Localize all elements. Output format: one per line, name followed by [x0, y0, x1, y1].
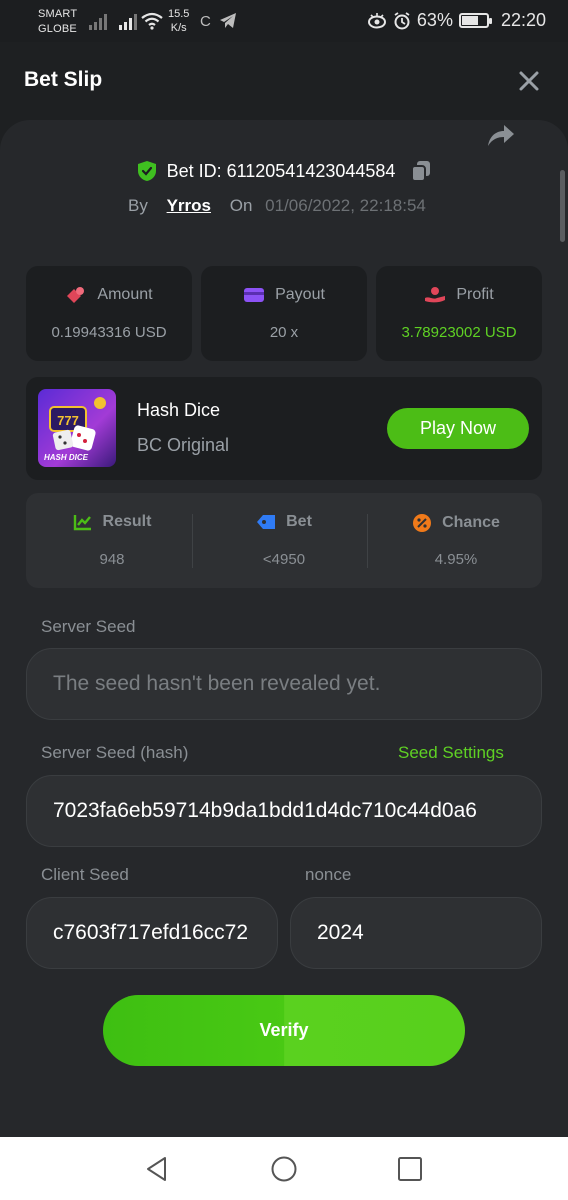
server-seed-field[interactable]: The seed hasn't been revealed yet.: [26, 648, 542, 720]
battery-icon: [458, 13, 492, 28]
telegram-icon: [220, 13, 236, 28]
bet-value: <4950: [262, 551, 306, 568]
amount-value: 0.19943316 USD: [51, 324, 167, 341]
chance-label: Chance: [442, 514, 500, 531]
close-icon[interactable]: [516, 68, 542, 94]
amount-label-row: Amount: [26, 286, 192, 304]
client-seed-field[interactable]: c7603f717efd16cc72: [26, 897, 278, 969]
divider: [367, 514, 368, 568]
game-card: 777 HASH DICE Hash Dice BC Original Play…: [26, 377, 542, 480]
battery-percent: 63%: [416, 10, 453, 30]
server-seed-label: Server Seed: [41, 617, 136, 636]
chart-icon: [73, 515, 91, 531]
dice-icon: 777 HASH DICE: [44, 397, 106, 462]
profit-value: 3.78923002 USD: [401, 324, 517, 341]
speed-value: 15.5: [168, 8, 190, 20]
result-label: Result: [102, 513, 152, 530]
card-icon: [244, 288, 265, 302]
svg-text:777: 777: [57, 413, 79, 428]
recents-icon[interactable]: [396, 1155, 424, 1183]
status-letter: C: [200, 13, 211, 30]
wifi-icon: [141, 12, 163, 30]
bet-date: 01/06/2022, 22:18:54: [265, 196, 426, 215]
coins-icon: [67, 287, 85, 303]
payout-card: Payout 20 x: [201, 266, 367, 361]
signal-icon: [89, 14, 107, 30]
copy-icon[interactable]: [411, 160, 431, 182]
carrier-line1: SMART: [38, 8, 78, 20]
result-label-row: Result: [26, 513, 198, 531]
nonce-label: nonce: [305, 865, 352, 884]
game-subtitle: BC Original: [137, 435, 230, 455]
game-thumb-text: HASH DICE: [44, 453, 89, 462]
status-bar: SMART GLOBE 15.5 K/s C 63% 22:20: [0, 0, 568, 42]
verify-button[interactable]: Verify: [103, 995, 465, 1066]
by-label: By: [128, 196, 148, 215]
payout-label-row: Payout: [201, 286, 367, 304]
share-icon[interactable]: [486, 122, 516, 148]
bet-id-row: Bet ID: 61120541423044584: [0, 160, 568, 182]
alarm-icon: [394, 11, 410, 29]
signal-icon: [119, 14, 137, 30]
chance-label-row: Chance: [370, 513, 542, 533]
amount-card: Amount 0.19943316 USD: [26, 266, 192, 361]
bet-label: Bet: [286, 513, 312, 530]
play-now-button[interactable]: Play Now: [387, 408, 529, 449]
status-right: 63% 22:20: [367, 10, 546, 31]
home-icon[interactable]: [270, 1155, 298, 1183]
payout-value: 20 x: [269, 324, 299, 341]
speed-unit: K/s: [170, 22, 187, 34]
profit-card: Profit 3.78923002 USD: [376, 266, 542, 361]
payout-label: Payout: [275, 286, 325, 303]
chance-value: 4.95%: [434, 551, 478, 568]
divider: [192, 514, 193, 568]
back-icon[interactable]: [143, 1155, 171, 1183]
bet-column: Bet <4950: [198, 493, 370, 588]
game-name: Hash Dice: [137, 400, 221, 420]
clock: 22:20: [500, 10, 546, 30]
server-seed-hash-label: Server Seed (hash): [41, 743, 189, 762]
result-panel: Result 948 Bet <4950 Chance 4.95%: [26, 493, 542, 588]
chance-column: Chance 4.95%: [370, 493, 542, 588]
carrier-line2: GLOBE: [38, 23, 77, 35]
network-speed: 15.5 K/s: [168, 7, 189, 35]
hand-coin-icon: [425, 287, 446, 303]
client-seed-label: Client Seed: [41, 865, 129, 884]
modal-header: Bet Slip: [0, 42, 568, 120]
game-thumbnail[interactable]: 777 HASH DICE: [38, 389, 116, 467]
on-label: On: [229, 196, 253, 215]
server-seed-hash-field[interactable]: 7023fa6eb59714b9da1bdd1d4dc710c44d0a6: [26, 775, 542, 847]
profit-label-row: Profit: [376, 286, 542, 304]
tag-icon: [257, 515, 276, 529]
bet-user-link[interactable]: Yrros: [167, 196, 211, 215]
bet-label-row: Bet: [198, 513, 370, 531]
nonce-field[interactable]: 2024: [290, 897, 542, 969]
eye-icon: [367, 12, 386, 28]
system-nav-bar: [0, 1137, 568, 1200]
amount-label: Amount: [97, 286, 153, 303]
seed-settings-link[interactable]: Seed Settings: [398, 743, 504, 763]
bet-byline: By Yrros On 01/06/2022, 22:18:54: [128, 196, 426, 216]
shield-check-icon: [137, 161, 156, 181]
bet-id: Bet ID: 61120541423044584: [166, 160, 396, 181]
result-column: Result 948: [26, 493, 198, 588]
profit-label: Profit: [456, 286, 494, 303]
result-value: 948: [99, 551, 125, 568]
modal-title: Bet Slip: [24, 68, 103, 91]
percent-icon: [413, 514, 432, 532]
carrier-name: SMART GLOBE: [38, 7, 77, 37]
